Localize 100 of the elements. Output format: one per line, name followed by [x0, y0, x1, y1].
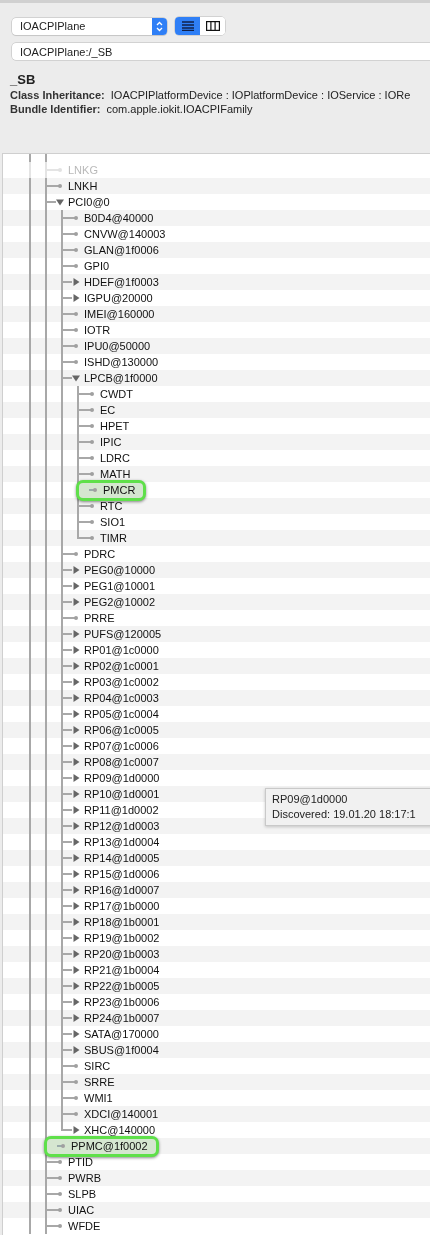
node-label: PEG2@10002 — [84, 596, 156, 608]
tree-row[interactable]: PEG0@10000 — [3, 562, 430, 578]
disclosure-triangle[interactable] — [72, 566, 80, 574]
tree-row[interactable]: PUFS@120005 — [3, 626, 430, 642]
node-label: CWDT — [100, 388, 133, 400]
disclosure-triangle[interactable] — [72, 726, 80, 734]
node-label: RP05@1c0004 — [84, 708, 159, 720]
tree-row[interactable]: MATH — [3, 466, 430, 482]
tree-row[interactable]: UIAC — [3, 1202, 430, 1218]
node-label: ISHD@130000 — [84, 356, 159, 368]
tree-row[interactable]: PEG2@10002 — [3, 594, 430, 610]
node-label: RP17@1b0000 — [84, 900, 160, 912]
node-label: XHC@140000 — [84, 1124, 156, 1136]
tree-row[interactable]: RP02@1c0001 — [3, 658, 430, 674]
tree-row[interactable]: RP08@1c0007 — [3, 754, 430, 770]
tree-row[interactable]: XDCI@140001 — [3, 1106, 430, 1122]
node-label: PEG0@10000 — [84, 564, 156, 576]
tree-row[interactable]: SRRE — [3, 1074, 430, 1090]
disclosure-triangle[interactable] — [72, 950, 80, 958]
path-field[interactable]: IOACPIPlane:/_SB — [12, 43, 430, 60]
tree-row[interactable]: IPU0@50000 — [3, 338, 430, 354]
node-dot-icon — [90, 424, 94, 428]
node-dot-icon — [58, 1224, 62, 1228]
disclosure-triangle[interactable] — [72, 278, 80, 286]
disclosure-triangle[interactable] — [72, 774, 80, 782]
disclosure-triangle[interactable] — [72, 678, 80, 686]
node-label: MATH — [100, 468, 131, 480]
node-dot-icon — [90, 536, 94, 540]
tree-row[interactable]: GLAN@1f0006 — [3, 242, 430, 258]
disclosure-triangle[interactable] — [72, 854, 80, 862]
disclosure-triangle[interactable] — [72, 694, 80, 702]
disclosure-triangle[interactable] — [72, 1126, 80, 1134]
disclosure-triangle[interactable] — [72, 598, 80, 606]
tree-row[interactable]: EC — [3, 402, 430, 418]
tree-row[interactable]: LNKH — [3, 178, 430, 194]
disclosure-triangle[interactable] — [72, 918, 80, 926]
disclosure-triangle[interactable] — [72, 294, 80, 302]
tree-row[interactable]: IPIC — [3, 434, 430, 450]
tree-row[interactable]: TIMR — [3, 530, 430, 546]
tree-row[interactable]: B0D4@40000 — [3, 210, 430, 226]
tree-row[interactable]: RP22@1b0005 — [3, 978, 430, 994]
node-dot-icon — [90, 504, 94, 508]
node-label: LPCB@1f0000 — [84, 372, 158, 384]
node-label: IOTR — [84, 324, 111, 336]
node-dot-icon — [58, 1160, 62, 1164]
disclosure-triangle[interactable] — [72, 582, 80, 590]
tree-row[interactable]: HDEF@1f0003 — [3, 274, 430, 290]
disclosure-triangle[interactable] — [72, 838, 80, 846]
tree-row[interactable]: RP20@1b0003 — [3, 946, 430, 962]
disclosure-triangle[interactable] — [72, 870, 80, 878]
node-title: _SB — [10, 72, 37, 88]
disclosure-triangle[interactable] — [72, 374, 80, 382]
tree-row[interactable]: RP16@1d0007 — [3, 882, 430, 898]
disclosure-triangle[interactable] — [72, 758, 80, 766]
node-label: RP08@1c0007 — [84, 756, 159, 768]
disclosure-triangle[interactable] — [72, 998, 80, 1006]
disclosure-triangle[interactable] — [72, 662, 80, 670]
disclosure-triangle[interactable] — [72, 1014, 80, 1022]
info-label: Bundle Identifier: — [10, 103, 101, 115]
disclosure-triangle[interactable] — [56, 198, 64, 206]
disclosure-triangle[interactable] — [72, 902, 80, 910]
tree-row[interactable]: IMEI@160000 — [3, 306, 430, 322]
disclosure-triangle[interactable] — [72, 1046, 80, 1054]
node-label: UIAC — [68, 1204, 95, 1216]
tree-row[interactable]: RP04@1c0003 — [3, 690, 430, 706]
tree-row[interactable]: LPCB@1f0000 — [3, 370, 430, 386]
tree-row[interactable]: RP14@1d0005 — [3, 850, 430, 866]
node-label: SLPB — [68, 1188, 97, 1200]
disclosure-triangle[interactable] — [72, 646, 80, 654]
tree-row[interactable]: PWRB — [3, 1170, 430, 1186]
tree-row[interactable]: RP24@1b0007 — [3, 1010, 430, 1026]
node-dot-icon — [74, 552, 78, 556]
disclosure-triangle[interactable] — [72, 966, 80, 974]
node-dot-icon — [90, 408, 94, 412]
node-label: PUFS@120005 — [84, 628, 162, 640]
node-label: HDEF@1f0003 — [84, 276, 159, 288]
tree-row[interactable]: RP06@1c0005 — [3, 722, 430, 738]
disclosure-triangle[interactable] — [72, 630, 80, 638]
disclosure-triangle[interactable] — [72, 806, 80, 814]
disclosure-triangle[interactable] — [72, 822, 80, 830]
tree-row[interactable]: PPMC@1f0002 — [3, 1138, 430, 1154]
plane-popup[interactable]: IOACPIPlane — [12, 17, 167, 35]
node-label: IMEI@160000 — [84, 308, 155, 320]
disclosure-triangle[interactable] — [72, 886, 80, 894]
node-label: RP02@1c0001 — [84, 660, 159, 672]
node-label: LNKG — [68, 164, 98, 176]
node-dot-icon — [74, 216, 78, 220]
list-view-icon — [181, 21, 194, 31]
stepper-icon — [156, 20, 163, 32]
disclosure-triangle[interactable] — [72, 710, 80, 718]
disclosure-triangle[interactable] — [72, 790, 80, 798]
tree-row[interactable]: RTC — [3, 498, 430, 514]
disclosure-triangle[interactable] — [72, 1030, 80, 1038]
disclosure-triangle[interactable] — [72, 934, 80, 942]
disclosure-triangle[interactable] — [72, 742, 80, 750]
node-label: RP01@1c0000 — [84, 644, 159, 656]
tree-row[interactable]: SBUS@1f0004 — [3, 1042, 430, 1058]
disclosure-triangle[interactable] — [72, 982, 80, 990]
node-label: PDRC — [84, 548, 116, 560]
tree-row[interactable]: RP18@1b0001 — [3, 914, 430, 930]
